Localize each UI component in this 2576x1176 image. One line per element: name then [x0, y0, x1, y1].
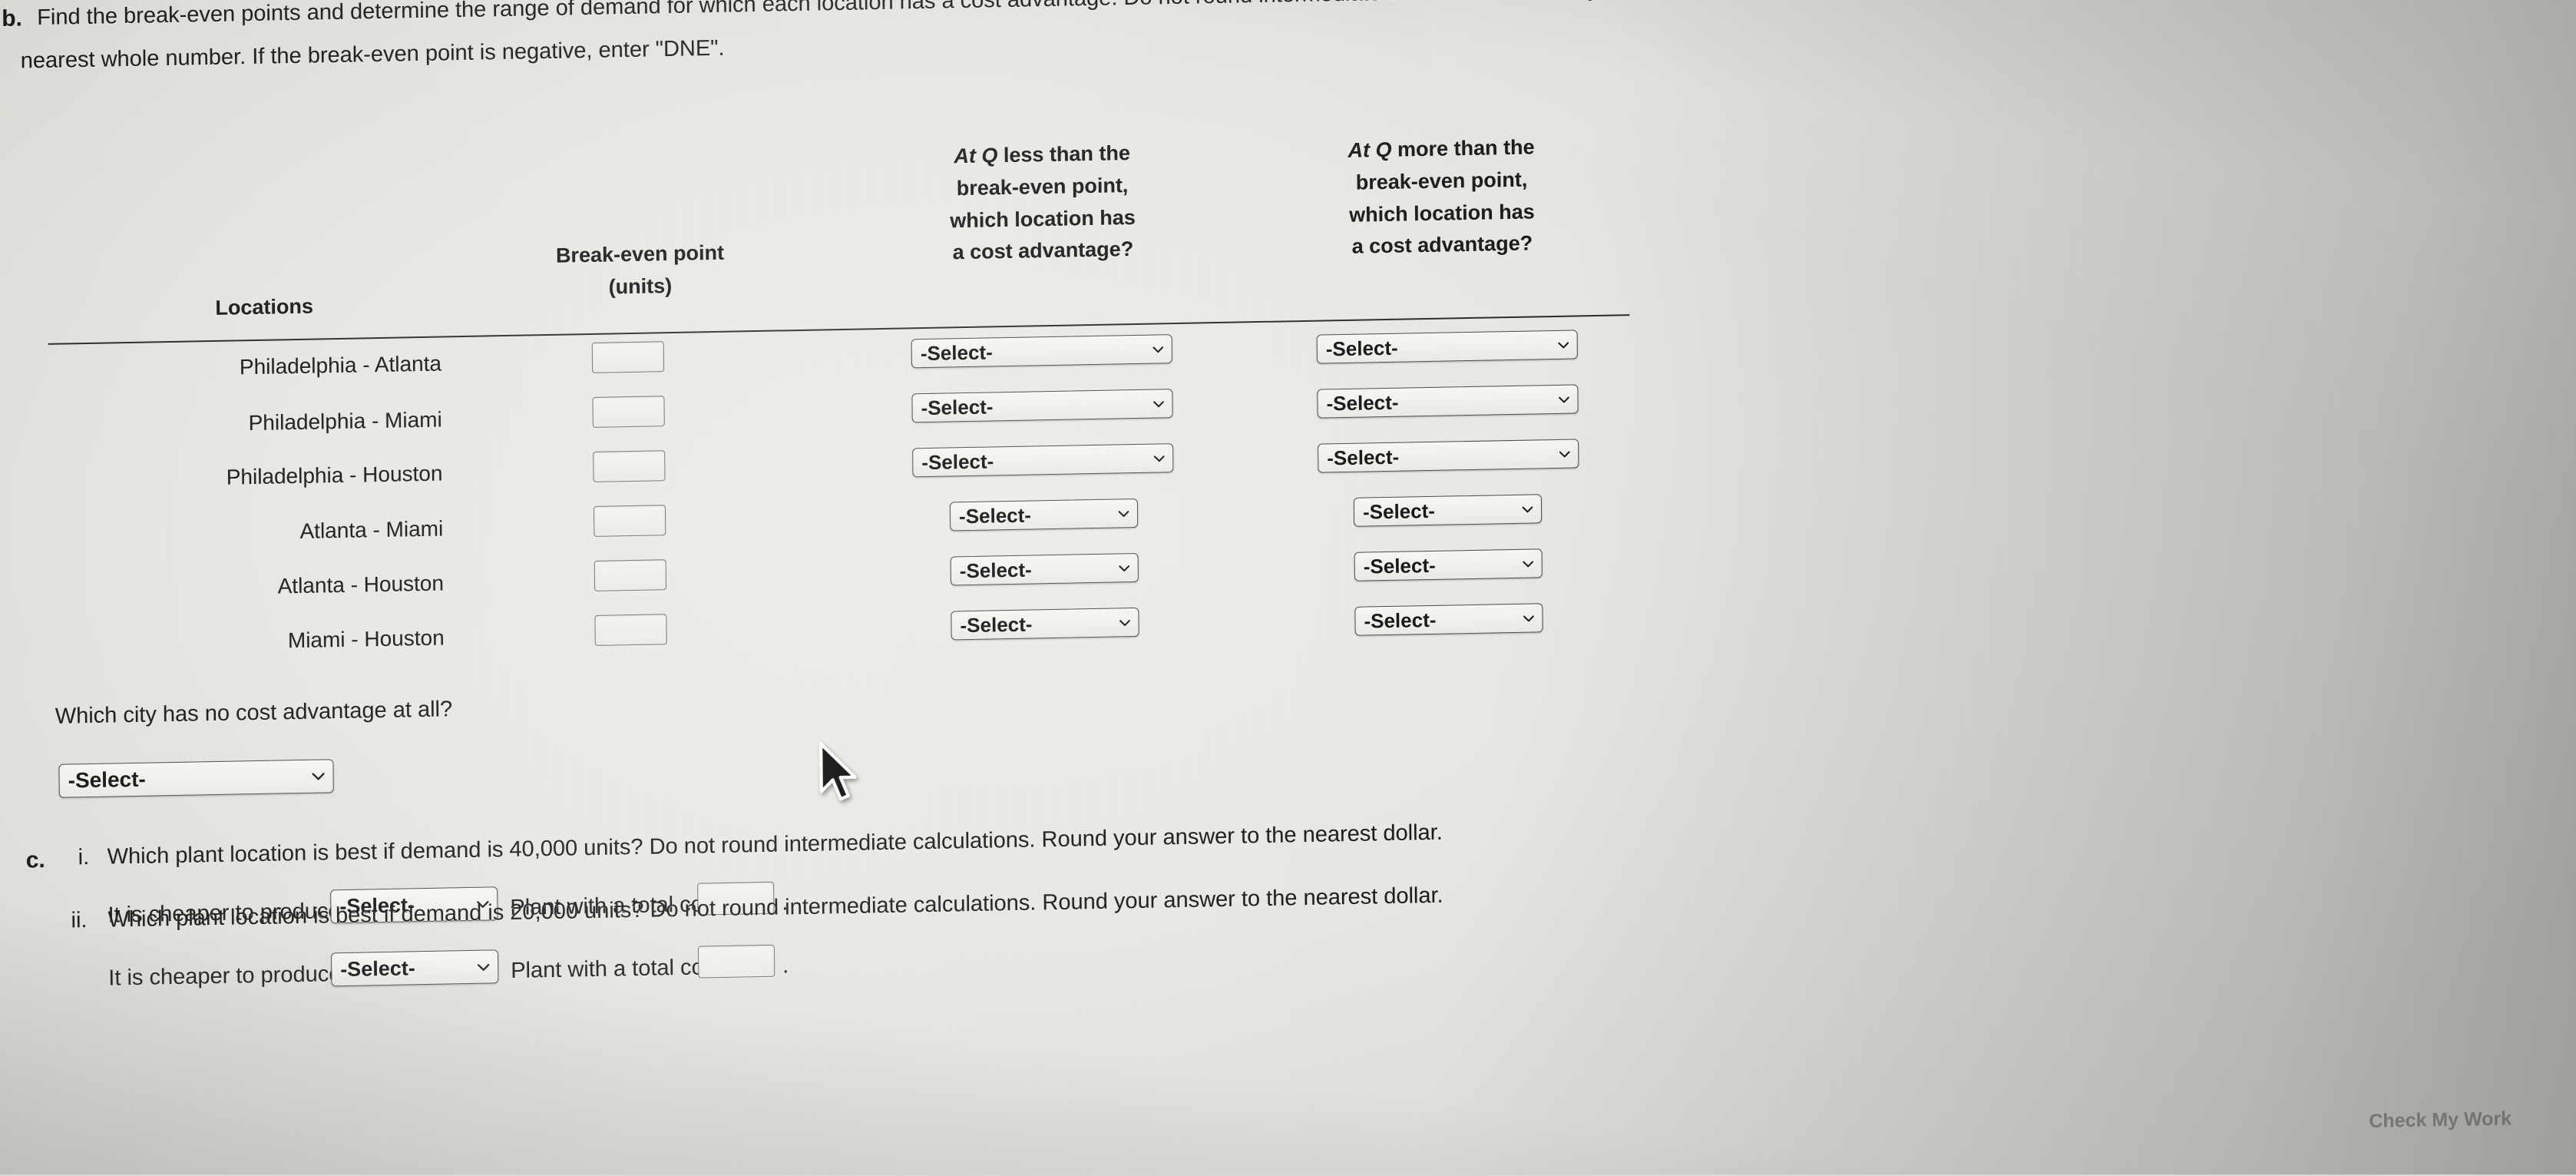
chevron-down-icon [1522, 611, 1535, 624]
part-c-ii-cost-input[interactable] [697, 944, 775, 979]
less-than-select-philadelphia-atlanta[interactable]: -Select- [911, 334, 1172, 369]
row-label-philadelphia-houston: Philadelphia - Houston [226, 461, 443, 489]
no-advantage-question: Which city has no cost advantage at all? [55, 697, 453, 729]
check-my-work-button[interactable]: Check My Work [2369, 1108, 2512, 1132]
chevron-down-icon [1118, 561, 1131, 575]
more-than-select-atlanta-houston[interactable]: -Select- [1354, 548, 1543, 581]
more-than-select-label-3: -Select- [1362, 499, 1436, 524]
breakeven-input-atlanta-houston[interactable] [594, 559, 667, 591]
row-label-atlanta-houston: Atlanta - Houston [277, 571, 445, 598]
less-than-select-label-0: -Select- [920, 340, 993, 365]
more-than-select-label-4: -Select- [1363, 553, 1436, 578]
part-c-ii-question: Which plant location is best if demand i… [107, 883, 1443, 933]
more-than-select-atlanta-miami[interactable]: -Select- [1353, 494, 1543, 527]
no-advantage-select[interactable]: -Select- [58, 759, 334, 798]
chevron-down-icon [1117, 507, 1130, 520]
row-label-atlanta-miami: Atlanta - Miami [299, 516, 444, 543]
more-than-select-philadelphia-miami[interactable]: -Select- [1317, 384, 1579, 419]
part-b-prompt-line1: Find the break-even points and determine… [37, 0, 1783, 31]
part-c-ii-answer-suffix: . [782, 953, 789, 979]
breakeven-input-philadelphia-atlanta[interactable] [591, 341, 665, 373]
less-than-select-label-4: -Select- [959, 558, 1032, 582]
chevron-down-icon [476, 959, 491, 974]
part-c-ii-plant-select[interactable]: -Select- [330, 949, 499, 987]
part-c-marker: c. [25, 847, 45, 873]
chevron-down-icon [1557, 338, 1570, 351]
more-than-select-label-5: -Select- [1364, 608, 1437, 633]
less-than-select-label-3: -Select- [958, 503, 1032, 528]
more-than-select-label-1: -Select- [1326, 390, 1399, 415]
less-than-select-philadelphia-houston[interactable]: -Select- [912, 443, 1174, 478]
more-than-select-philadelphia-atlanta[interactable]: -Select- [1316, 330, 1578, 364]
chevron-down-icon [1152, 343, 1165, 356]
column-header-locations: Locations [215, 294, 314, 320]
less-than-select-miami-houston[interactable]: -Select- [951, 607, 1139, 641]
more-than-select-label-0: -Select- [1325, 336, 1398, 360]
less-than-select-label-2: -Select- [921, 449, 994, 474]
part-b-prompt-line2: nearest whole number. If the break-even … [20, 35, 725, 74]
chevron-down-icon [1152, 397, 1165, 410]
less-than-select-philadelphia-miami[interactable]: -Select- [911, 389, 1173, 423]
breakeven-input-philadelphia-miami[interactable] [592, 396, 665, 428]
chevron-down-icon [1557, 393, 1570, 406]
part-b-marker: b. [2, 5, 23, 31]
row-label-philadelphia-miami: Philadelphia - Miami [248, 407, 442, 436]
chevron-down-icon [1558, 447, 1571, 460]
chevron-down-icon [1521, 502, 1534, 515]
breakeven-input-philadelphia-houston[interactable] [593, 450, 666, 482]
more-than-select-miami-houston[interactable]: -Select- [1354, 603, 1543, 636]
chevron-down-icon [1522, 557, 1535, 570]
mouse-cursor [816, 740, 863, 804]
column-header-breakeven-line1: Break-even point [555, 240, 725, 267]
more-than-select-philadelphia-houston[interactable]: -Select- [1318, 439, 1579, 473]
less-than-select-atlanta-miami[interactable]: -Select- [949, 498, 1139, 532]
chevron-down-icon [1118, 616, 1131, 629]
less-than-select-label-5: -Select- [960, 611, 1033, 637]
column-header-more-than-q: At Q more than the break-even point, whi… [1348, 135, 1535, 259]
more-than-select-label-2: -Select- [1327, 445, 1400, 469]
part-c-i-marker: i. [78, 845, 90, 870]
no-advantage-select-label: -Select- [68, 767, 146, 793]
column-header-breakeven: Break-even point (units) [486, 239, 794, 303]
less-than-select-atlanta-houston[interactable]: -Select- [950, 552, 1139, 586]
part-c-ii-marker: ii. [71, 908, 88, 933]
row-label-philadelphia-atlanta: Philadelphia - Atlanta [239, 351, 442, 379]
column-header-breakeven-line2: (units) [608, 273, 673, 299]
less-than-select-label-1: -Select- [921, 394, 994, 419]
part-c-i-question: Which plant location is best if demand i… [107, 820, 1443, 870]
breakeven-input-miami-houston[interactable] [594, 614, 667, 646]
row-label-miami-houston: Miami - Houston [287, 625, 445, 653]
part-c-ii-plant-select-label: -Select- [340, 956, 415, 981]
chevron-down-icon [310, 768, 326, 783]
assignment-page: Philadelphia Atlanta Miami Houston b. Fi… [0, 0, 2576, 1174]
breakeven-input-atlanta-miami[interactable] [593, 505, 666, 537]
chevron-down-icon [1152, 452, 1166, 465]
column-header-less-than-q: At Q less than the break-even point, whi… [950, 141, 1136, 264]
